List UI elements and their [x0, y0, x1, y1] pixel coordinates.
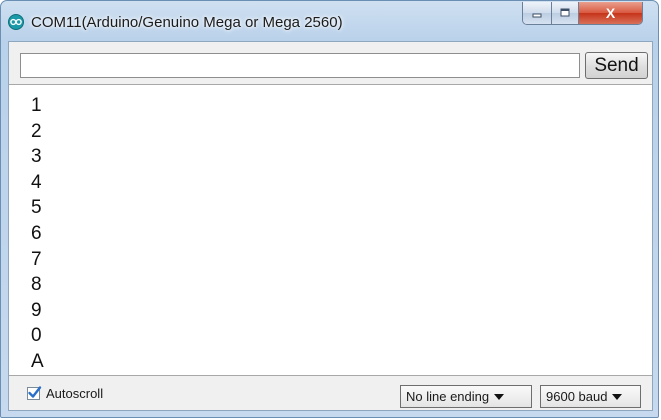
output-line: 8	[31, 274, 42, 296]
chevron-down-icon	[494, 393, 505, 400]
send-button[interactable]: Send	[585, 52, 648, 79]
baud-rate-dropdown[interactable]: 9600 baud	[540, 385, 641, 408]
output-line: A	[31, 350, 44, 372]
output-line: 0	[31, 325, 42, 347]
minimize-button[interactable]	[523, 2, 552, 24]
output-line: 2	[31, 120, 42, 142]
arduino-logo-icon	[8, 14, 24, 30]
serial-monitor-body: Send 1 2 3 4 5 6 7 8 9 0 A Autoscroll No…	[8, 41, 653, 411]
serial-output-lines: 1 2 3 4 5 6 7 8 9 0 A	[31, 93, 44, 375]
output-line: 3	[31, 146, 42, 168]
title-bar[interactable]: COM11(Arduino/Genuino Mega or Mega 2560)…	[1, 1, 658, 41]
output-line: 6	[31, 222, 42, 244]
chevron-down-icon	[612, 393, 623, 400]
maximize-button[interactable]	[552, 2, 579, 24]
serial-monitor-window: COM11(Arduino/Genuino Mega or Mega 2560)…	[0, 0, 659, 418]
autoscroll-label: Autoscroll	[46, 386, 104, 401]
autoscroll-checkbox[interactable]	[27, 386, 42, 400]
caption-buttons: X	[522, 2, 643, 25]
line-ending-value: No line ending	[406, 389, 490, 404]
checkmark-icon	[28, 386, 42, 398]
output-line: 7	[31, 248, 42, 270]
line-ending-dropdown[interactable]: No line ending	[400, 385, 532, 408]
autoscroll-toggle[interactable]: Autoscroll	[27, 386, 103, 401]
output-line: 1	[31, 95, 42, 116]
status-bar: Autoscroll No line ending 9600 baud	[9, 376, 652, 411]
close-button[interactable]: X	[579, 2, 642, 24]
minimize-icon	[532, 13, 542, 18]
output-line: 9	[31, 299, 42, 321]
maximize-icon	[560, 8, 570, 17]
window-title: COM11(Arduino/Genuino Mega or Mega 2560)	[31, 14, 343, 31]
serial-input-field[interactable]	[20, 53, 580, 78]
output-line: 5	[31, 197, 42, 219]
baud-rate-value: 9600 baud	[546, 389, 608, 404]
close-icon: X	[605, 5, 616, 21]
send-bar: Send	[9, 42, 652, 84]
serial-output-area[interactable]: 1 2 3 4 5 6 7 8 9 0 A	[9, 84, 652, 376]
output-line: 4	[31, 171, 42, 193]
